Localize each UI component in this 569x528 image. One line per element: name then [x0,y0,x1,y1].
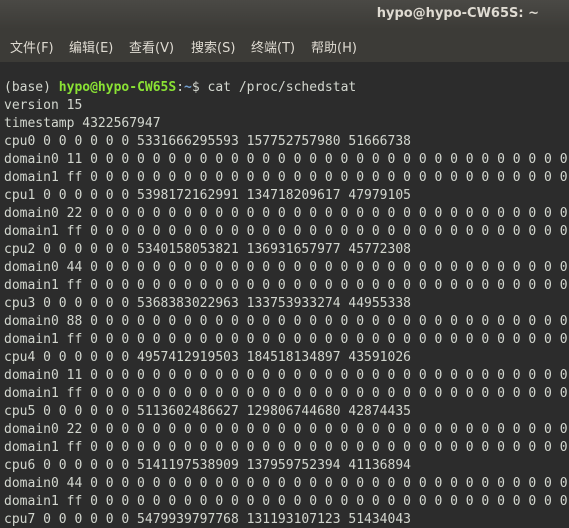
menu-view[interactable]: 查看(V) [129,37,174,56]
prompt-user-host: hypo@hypo-CW65S [58,80,177,95]
output-line: timestamp 4322567947 [4,116,161,131]
output-line: cpu1 0 0 0 0 0 0 5398172162991 134718209… [4,188,411,203]
prompt-line: (base) hypo@hypo-CW65S:~$ cat /proc/sche… [4,79,356,97]
output-line: domain0 22 0 0 0 0 0 0 0 0 0 0 0 0 0 0 0… [4,422,568,437]
menu-help[interactable]: 帮助(H) [311,37,357,56]
prompt-separator: : [176,80,185,95]
output-line: domain0 11 0 0 0 0 0 0 0 0 0 0 0 0 0 0 0… [4,368,568,383]
output-line: domain0 44 0 0 0 0 0 0 0 0 0 0 0 0 0 0 0… [4,260,568,275]
menu-terminal[interactable]: 终端(T) [251,37,295,56]
prompt-command: cat /proc/schedstat [207,80,357,95]
output-line: cpu6 0 0 0 0 0 0 5141197538909 137959752… [4,458,411,473]
prompt-env: (base) [4,80,59,95]
output-line: cpu7 0 0 0 0 0 0 5479939797768 131193107… [4,512,411,527]
output-line: domain1 ff 0 0 0 0 0 0 0 0 0 0 0 0 0 0 0… [4,170,568,185]
output-line: cpu4 0 0 0 0 0 0 4957412919503 184518134… [4,350,411,365]
menu-file[interactable]: 文件(F) [10,37,54,56]
output-line: cpu3 0 0 0 0 0 0 5368383022963 133753933… [4,296,411,311]
window-title: hypo@hypo-CW65S: ~ [376,6,539,21]
output-line: cpu0 0 0 0 0 0 0 5331666295593 157752757… [4,134,411,149]
output-line: domain1 ff 0 0 0 0 0 0 0 0 0 0 0 0 0 0 0… [4,278,568,293]
terminal-output-area[interactable]: (base) hypo@hypo-CW65S:~$ cat /proc/sche… [0,62,569,528]
terminal-window: hypo@hypo-CW65S: ~ 文件(F) 编辑(E) 查看(V) 搜索(… [0,0,569,528]
menu-edit[interactable]: 编辑(E) [69,37,113,56]
output-line: domain0 88 0 0 0 0 0 0 0 0 0 0 0 0 0 0 0… [4,314,568,329]
output-line: domain1 ff 0 0 0 0 0 0 0 0 0 0 0 0 0 0 0… [4,224,568,239]
menu-bar: 文件(F) 编辑(E) 查看(V) 搜索(S) 终端(T) 帮助(H) [0,29,569,62]
prompt-path: ~ [184,80,192,95]
output-line: cpu2 0 0 0 0 0 0 5340158053821 136931657… [4,242,411,257]
title-bar[interactable]: hypo@hypo-CW65S: ~ [0,0,569,29]
output-line: version 15 [4,98,83,113]
prompt-symbol: $ [191,80,208,95]
output-line: domain1 ff 0 0 0 0 0 0 0 0 0 0 0 0 0 0 0… [4,494,568,509]
output-line: domain1 ff 0 0 0 0 0 0 0 0 0 0 0 0 0 0 0… [4,386,568,401]
output-line: domain0 22 0 0 0 0 0 0 0 0 0 0 0 0 0 0 0… [4,206,568,221]
output-line: domain0 44 0 0 0 0 0 0 0 0 0 0 0 0 0 0 0… [4,476,568,491]
menu-search[interactable]: 搜索(S) [191,37,235,56]
output-line: domain1 ff 0 0 0 0 0 0 0 0 0 0 0 0 0 0 0… [4,440,568,455]
output-line: cpu5 0 0 0 0 0 0 5113602486627 129806744… [4,404,411,419]
output-line: domain0 11 0 0 0 0 0 0 0 0 0 0 0 0 0 0 0… [4,152,568,167]
output-line: domain1 ff 0 0 0 0 0 0 0 0 0 0 0 0 0 0 0… [4,332,568,347]
